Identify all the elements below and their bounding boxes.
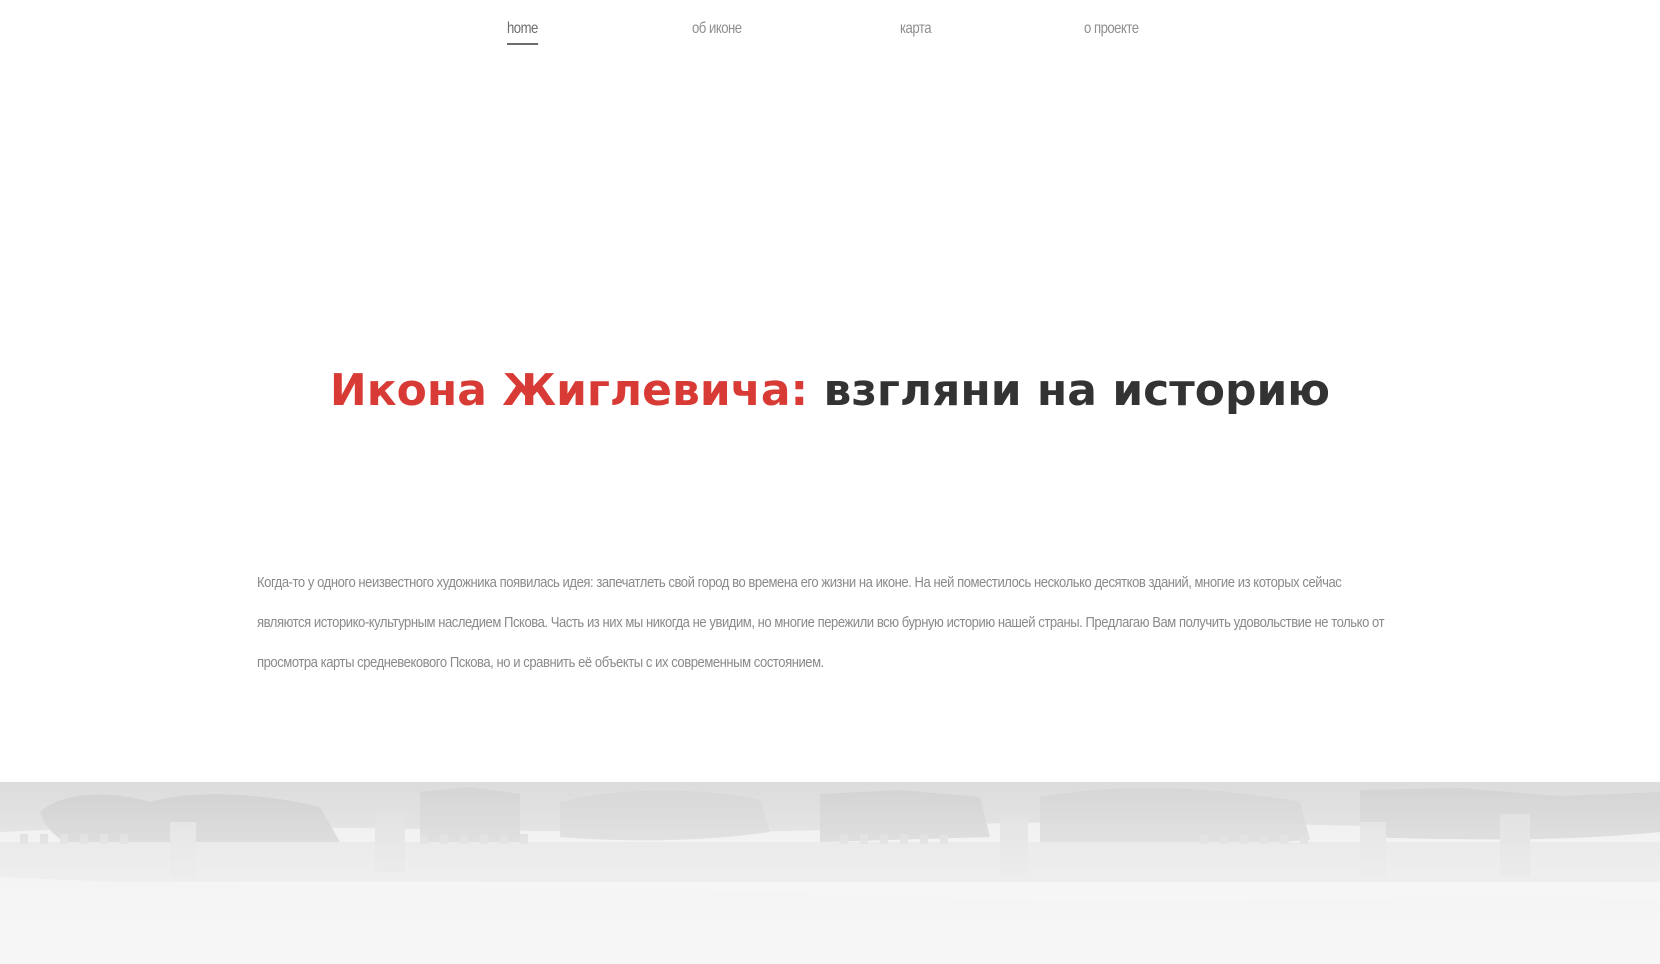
main-navigation: home об иконе карта о проекте: [0, 0, 1660, 60]
nav-link-home[interactable]: home: [507, 18, 538, 45]
faded-city-illustration: [0, 782, 1660, 964]
nav-link-map[interactable]: карта: [900, 18, 932, 40]
hero-title-rest: взгляни на историю: [823, 365, 1331, 416]
hero-title-highlight: Икона Жиглевича:: [329, 365, 809, 416]
intro-paragraph: Когда-то у одного неизвестного художника…: [257, 575, 1385, 671]
hero-title: Икона Жиглевича: взгляни на историю: [0, 358, 1660, 424]
icon-image-banner: [0, 782, 1660, 964]
nav-link-about-project[interactable]: о проекте: [1084, 18, 1139, 40]
nav-link-about-icon[interactable]: об иконе: [692, 18, 742, 40]
